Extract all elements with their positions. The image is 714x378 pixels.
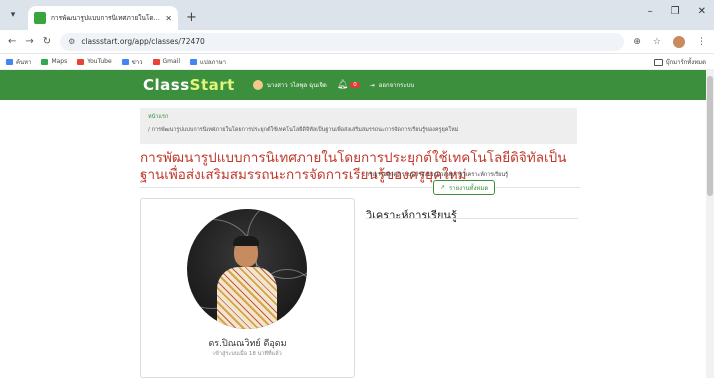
trending-up-icon: ↗	[440, 184, 446, 191]
logout-label: ออกจากระบบ	[378, 82, 415, 89]
address-bar[interactable]: ⚙ classstart.org/app/classes/72470	[60, 32, 625, 51]
learning-analytics-description: กรุณารอสักครู่ ระบบกำลังประมวลผลการวิเคร…	[366, 172, 509, 178]
bookmark-item[interactable]: ข่าว	[121, 57, 143, 67]
bookmark-item[interactable]: Gmail	[152, 58, 181, 65]
bookmark-icon	[41, 58, 49, 65]
back-icon[interactable]: ←	[8, 36, 16, 47]
all-reports-button[interactable]: ↗ รายงานทั้งหมด	[433, 180, 496, 195]
profile-avatar-icon[interactable]	[673, 35, 685, 48]
profile-photo	[187, 209, 307, 329]
profile-name[interactable]: ดร.ปิณณวิทย์ ดีอุดม	[141, 336, 354, 350]
brand-right: Start	[189, 76, 235, 94]
brand-left: Class	[143, 76, 190, 94]
breadcrumb-current: / การพัฒนารูปแบบการนิเทศภายในโดยการประยุ…	[148, 127, 459, 133]
bookmark-icon	[190, 58, 198, 65]
breadcrumb-home-link[interactable]: หน้าแรก	[148, 113, 569, 121]
bookmark-item[interactable]: YouTube	[77, 58, 112, 65]
restore-icon[interactable]: ❐	[671, 6, 680, 17]
all-bookmarks-button[interactable]: บุ๊กมาร์กทั้งหมด	[653, 57, 706, 67]
page-content: ClassStart นางสาว วไลพุล ฉุนเจิด 🔔︎ 0 ⇥ อ…	[0, 70, 714, 378]
bell-icon: 🔔︎	[336, 80, 349, 90]
tab-search-icon[interactable]: ▾	[4, 6, 22, 24]
minimize-icon[interactable]: –	[648, 6, 653, 17]
bookmark-icon	[6, 58, 13, 65]
notification-badge: 0	[350, 81, 360, 88]
page-scrollbar[interactable]	[706, 70, 714, 378]
bookmark-icon	[77, 58, 85, 65]
star-icon[interactable]: ☆	[653, 37, 661, 47]
bookmark-item[interactable]: ค้นหา	[6, 57, 31, 67]
person-hair	[233, 236, 259, 246]
user-avatar	[252, 80, 263, 90]
all-reports-label: รายงานทั้งหมด	[449, 184, 489, 192]
person-shirt	[217, 267, 277, 329]
user-menu[interactable]: นางสาว วไลพุล ฉุนเจิด	[252, 80, 327, 90]
learning-analytics-title: วิเคราะห์การเรียนรู้	[366, 209, 457, 222]
bookmark-label: YouTube	[87, 58, 112, 65]
window-controls: – ❐ ✕	[648, 6, 706, 17]
browser-toolbar: ← → ↻ ⚙ classstart.org/app/classes/72470…	[0, 30, 714, 54]
bookmark-icon	[152, 58, 160, 65]
bookmark-item[interactable]: Maps	[41, 58, 67, 65]
user-name: นางสาว วไลพุล ฉุนเจิด	[266, 82, 327, 89]
classstart-logo[interactable]: ClassStart	[143, 76, 235, 94]
browser-tab[interactable]: การพัฒนารูปแบบการนิเทศภายในโด... ✕	[28, 6, 178, 30]
logout-icon: ⇥	[369, 81, 375, 89]
tab-strip: ▾ การพัฒนารูปแบบการนิเทศภายในโด... ✕ + –…	[0, 0, 714, 30]
forward-icon[interactable]: →	[25, 36, 33, 47]
tab-title: การพัฒนารูปแบบการนิเทศภายในโด...	[51, 14, 160, 22]
reload-icon[interactable]: ↻	[43, 36, 51, 47]
bookmark-label: ข่าว	[131, 58, 143, 66]
bookmark-label: ค้นหา	[16, 58, 32, 66]
site-navbar: ClassStart นางสาว วไลพุล ฉุนเจิด 🔔︎ 0 ⇥ อ…	[0, 70, 714, 100]
profile-card: ดร.ปิณณวิทย์ ดีอุดม เข้าสู่ระบบเมื่อ 18 …	[140, 198, 355, 378]
new-tab-icon[interactable]: +	[186, 10, 197, 25]
page-title: การพัฒนารูปแบบการนิเทศภายในโดยการประยุกต…	[140, 150, 567, 183]
url-text: classstart.org/app/classes/72470	[81, 37, 205, 46]
bookmark-label: Gmail	[162, 58, 181, 65]
all-bookmarks-label: บุ๊กมาร์กทั้งหมด	[665, 59, 706, 66]
notifications-button[interactable]: 🔔︎ 0	[337, 80, 360, 90]
site-info-icon[interactable]: ⚙	[68, 37, 75, 46]
breadcrumb: หน้าแรก / การพัฒนารูปแบบการนิเทศภายในโดย…	[140, 108, 577, 144]
zoom-icon[interactable]: ⊕	[633, 37, 641, 47]
profile-subtitle: เข้าสู่ระบบเมื่อ 18 นาทีที่แล้ว	[213, 351, 282, 357]
bookmark-icon	[121, 58, 129, 65]
bookmarks-bar: ค้นหา Maps YouTube ข่าว Gmail แปลภาษา บุ๊กมาร…	[0, 54, 714, 70]
logout-button[interactable]: ⇥ ออกจากระบบ	[370, 80, 414, 90]
bookmark-label: Maps	[51, 58, 68, 65]
bookmark-item[interactable]: แปลภาษา	[190, 57, 226, 67]
folder-icon	[653, 58, 663, 66]
menu-icon[interactable]: ⋮	[697, 37, 706, 47]
divider	[140, 187, 580, 188]
favicon-icon	[34, 12, 46, 24]
scrollbar-thumb[interactable]	[707, 76, 713, 196]
bookmark-label: แปลภาษา	[200, 58, 227, 66]
close-window-icon[interactable]: ✕	[698, 6, 706, 17]
close-tab-icon[interactable]: ✕	[165, 14, 172, 23]
divider	[366, 218, 578, 219]
